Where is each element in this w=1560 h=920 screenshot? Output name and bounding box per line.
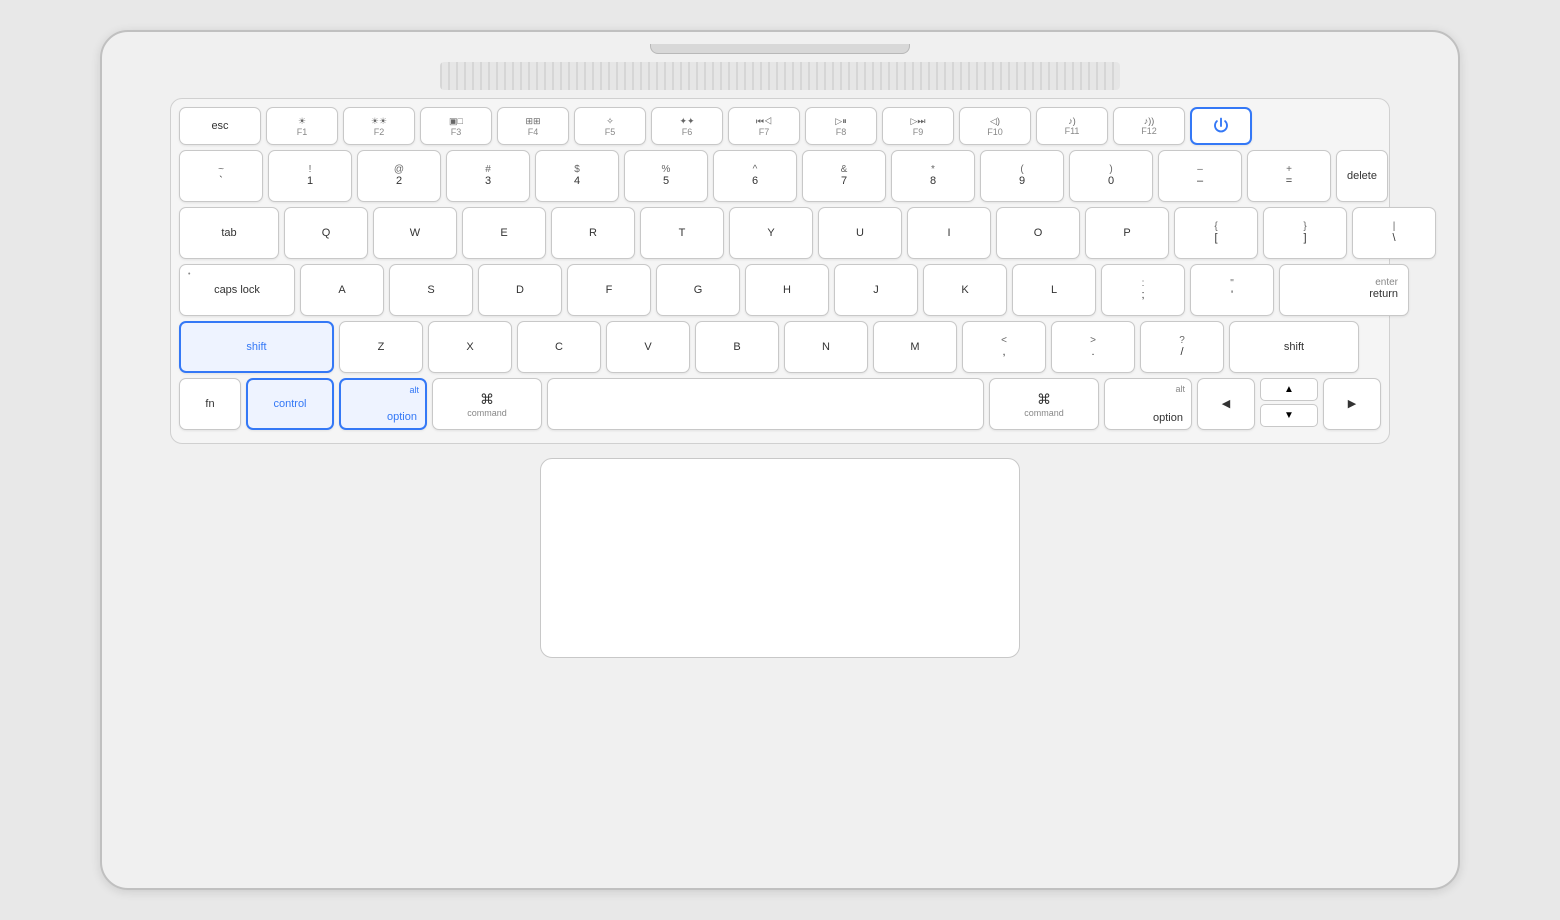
t-key[interactable]: T	[640, 207, 724, 259]
z-key[interactable]: Z	[339, 321, 423, 373]
bottom-row: fn control alt option ⌘ command ⌘ comman…	[179, 378, 1381, 430]
power-key[interactable]	[1190, 107, 1252, 145]
f5-key[interactable]: ✧ F5	[574, 107, 646, 145]
qwerty-row: tab Q W E R T Y U I O P { [ } ] | \	[179, 207, 1381, 259]
semicolon-key[interactable]: : ;	[1101, 264, 1185, 316]
arrow-up-down-keys: ▲ ▼	[1260, 378, 1318, 430]
arrow-down-key[interactable]: ▼	[1260, 404, 1318, 427]
fn-row: esc ☀ F1 ☀☀ F2 ▣□ F3 ⊞⊞ F4 ✧ F5	[179, 107, 1381, 145]
x-key[interactable]: X	[428, 321, 512, 373]
4-key[interactable]: $ 4	[535, 150, 619, 202]
command-right-key[interactable]: ⌘ command	[989, 378, 1099, 430]
w-key[interactable]: W	[373, 207, 457, 259]
7-key[interactable]: & 7	[802, 150, 886, 202]
e-key[interactable]: E	[462, 207, 546, 259]
trackpad[interactable]	[540, 458, 1020, 658]
f2-key[interactable]: ☀☀ F2	[343, 107, 415, 145]
b-key[interactable]: B	[695, 321, 779, 373]
f9-key[interactable]: ▷⏭ F9	[882, 107, 954, 145]
option-right-key[interactable]: alt option	[1104, 378, 1192, 430]
v-key[interactable]: V	[606, 321, 690, 373]
m-key[interactable]: M	[873, 321, 957, 373]
5-key[interactable]: % 5	[624, 150, 708, 202]
tilde-key[interactable]: ~ `	[179, 150, 263, 202]
p-key[interactable]: P	[1085, 207, 1169, 259]
f6-key[interactable]: ✦✦ F6	[651, 107, 723, 145]
h-key[interactable]: H	[745, 264, 829, 316]
f4-key[interactable]: ⊞⊞ F4	[497, 107, 569, 145]
control-key[interactable]: control	[246, 378, 334, 430]
6-key[interactable]: ^ 6	[713, 150, 797, 202]
laptop-body: esc ☀ F1 ☀☀ F2 ▣□ F3 ⊞⊞ F4 ✧ F5	[100, 30, 1460, 890]
speaker-grille	[440, 62, 1120, 90]
f12-key[interactable]: ♪)) F12	[1113, 107, 1185, 145]
i-key[interactable]: I	[907, 207, 991, 259]
2-key[interactable]: @ 2	[357, 150, 441, 202]
8-key[interactable]: * 8	[891, 150, 975, 202]
q-key[interactable]: Q	[284, 207, 368, 259]
fn-key[interactable]: fn	[179, 378, 241, 430]
y-key[interactable]: Y	[729, 207, 813, 259]
open-bracket-key[interactable]: { [	[1174, 207, 1258, 259]
3-key[interactable]: # 3	[446, 150, 530, 202]
shift-right-key[interactable]: shift	[1229, 321, 1359, 373]
1-key[interactable]: ! 1	[268, 150, 352, 202]
laptop-hinge	[650, 44, 910, 54]
s-key[interactable]: S	[389, 264, 473, 316]
backslash-key[interactable]: | \	[1352, 207, 1436, 259]
command-left-key[interactable]: ⌘ command	[432, 378, 542, 430]
9-key[interactable]: ( 9	[980, 150, 1064, 202]
period-key[interactable]: > .	[1051, 321, 1135, 373]
delete-key[interactable]: delete	[1336, 150, 1388, 202]
f11-key[interactable]: ♪) F11	[1036, 107, 1108, 145]
a-key[interactable]: A	[300, 264, 384, 316]
l-key[interactable]: L	[1012, 264, 1096, 316]
minus-key[interactable]: – –	[1158, 150, 1242, 202]
u-key[interactable]: U	[818, 207, 902, 259]
esc-key[interactable]: esc	[179, 107, 261, 145]
d-key[interactable]: D	[478, 264, 562, 316]
slash-key[interactable]: ? /	[1140, 321, 1224, 373]
g-key[interactable]: G	[656, 264, 740, 316]
enter-key[interactable]: enter return	[1279, 264, 1409, 316]
keyboard: esc ☀ F1 ☀☀ F2 ▣□ F3 ⊞⊞ F4 ✧ F5	[170, 98, 1390, 444]
f8-key[interactable]: ▷⏸ F8	[805, 107, 877, 145]
shift-row: shift Z X C V B N M < , > . ? / shift	[179, 321, 1381, 373]
j-key[interactable]: J	[834, 264, 918, 316]
0-key[interactable]: ) 0	[1069, 150, 1153, 202]
o-key[interactable]: O	[996, 207, 1080, 259]
f7-key[interactable]: ⏮◁ F7	[728, 107, 800, 145]
arrow-up-key[interactable]: ▲	[1260, 378, 1318, 401]
caps-lock-key[interactable]: • caps lock	[179, 264, 295, 316]
shift-left-key[interactable]: shift	[179, 321, 334, 373]
quote-key[interactable]: " '	[1190, 264, 1274, 316]
r-key[interactable]: R	[551, 207, 635, 259]
tab-key[interactable]: tab	[179, 207, 279, 259]
arrow-left-key[interactable]: ◀	[1197, 378, 1255, 430]
option-left-key[interactable]: alt option	[339, 378, 427, 430]
home-row: • caps lock A S D F G H J K L : ; " ' en…	[179, 264, 1381, 316]
k-key[interactable]: K	[923, 264, 1007, 316]
f3-key[interactable]: ▣□ F3	[420, 107, 492, 145]
n-key[interactable]: N	[784, 321, 868, 373]
f-key[interactable]: F	[567, 264, 651, 316]
f1-key[interactable]: ☀ F1	[266, 107, 338, 145]
f10-key[interactable]: ◁) F10	[959, 107, 1031, 145]
equals-key[interactable]: + =	[1247, 150, 1331, 202]
spacebar-key[interactable]	[547, 378, 984, 430]
number-row: ~ ` ! 1 @ 2 # 3 $ 4 % 5	[179, 150, 1381, 202]
close-bracket-key[interactable]: } ]	[1263, 207, 1347, 259]
arrow-right-key[interactable]: ▶	[1323, 378, 1381, 430]
c-key[interactable]: C	[517, 321, 601, 373]
comma-key[interactable]: < ,	[962, 321, 1046, 373]
